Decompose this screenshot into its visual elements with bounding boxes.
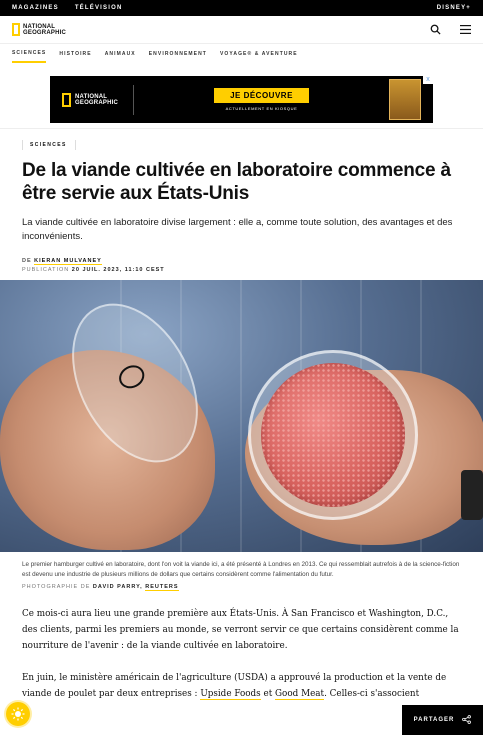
logo-line-2: GEOGRAPHIC bbox=[23, 29, 67, 36]
nav-item-histoire[interactable]: HISTOIRE bbox=[59, 51, 91, 57]
credit-label: PHOTOGRAPHIE DE bbox=[22, 584, 91, 590]
search-icon[interactable] bbox=[429, 24, 441, 36]
top-utility-bar: MAGAZINES TÉLÉVISION DISNEY+ bbox=[0, 0, 483, 16]
topbar-link-disney[interactable]: DISNEY+ bbox=[437, 5, 471, 11]
nav-item-environnement[interactable]: ENVIRONNEMENT bbox=[149, 51, 207, 57]
paragraph-2: En juin, le ministère américain de l'agr… bbox=[22, 670, 461, 702]
article-header: SCIENCES De la viande cultivée en labora… bbox=[0, 129, 483, 275]
ad-cta-button[interactable]: JE DÉCOUVRE bbox=[214, 88, 309, 103]
article-kicker[interactable]: SCIENCES bbox=[22, 140, 76, 150]
ad-logo: NATIONAL GEOGRAPHIC bbox=[50, 84, 134, 115]
ad-close-icon[interactable]: x bbox=[423, 76, 433, 84]
nav-item-animaux[interactable]: ANIMAUX bbox=[105, 51, 136, 57]
nav-item-voyage-aventure[interactable]: VOYAGE® & AVENTURE bbox=[220, 51, 298, 57]
natgeo-logo[interactable]: NATIONAL GEOGRAPHIC bbox=[12, 23, 66, 36]
paragraph-2-and: et bbox=[260, 689, 276, 699]
article-title: De la viande cultivée en laboratoire com… bbox=[22, 160, 451, 204]
site-header: NATIONAL GEOGRAPHIC bbox=[0, 16, 483, 44]
ad-logo-line-2: GEOGRAPHIC bbox=[75, 99, 119, 106]
advertisement-banner[interactable]: NATIONAL GEOGRAPHIC JE DÉCOUVRE ACTUELLE… bbox=[50, 76, 433, 123]
author-link[interactable]: KIERAN MULVANEY bbox=[34, 258, 102, 265]
link-upside-foods[interactable]: Upside Foods bbox=[200, 689, 261, 700]
hamburger-menu-icon[interactable] bbox=[459, 24, 471, 36]
paragraph-2-end: . Celles-ci s'associent bbox=[324, 689, 420, 699]
link-good-meat[interactable]: Good Meat bbox=[275, 689, 325, 700]
ad-magazine-cover-image bbox=[389, 79, 421, 120]
nav-item-sciences[interactable]: SCIENCES bbox=[12, 50, 47, 63]
photographer-name: DAVID PARRY, bbox=[92, 584, 143, 590]
share-button[interactable]: PARTAGER bbox=[402, 705, 483, 735]
article-dek: La viande cultivée en laboratoire divise… bbox=[22, 217, 453, 242]
byline-label: DE bbox=[22, 258, 32, 264]
photo-credit: PHOTOGRAPHIE DE DAVID PARRY, REUTERS bbox=[0, 579, 483, 591]
logo-yellow-frame-icon bbox=[12, 23, 20, 36]
topbar-link-television[interactable]: TÉLÉVISION bbox=[75, 5, 123, 11]
petri-dish-meat-shape bbox=[248, 350, 418, 520]
cultured-meat-shape bbox=[261, 363, 405, 507]
watch-shape bbox=[461, 470, 483, 520]
share-icon bbox=[462, 714, 472, 726]
byline: DE KIERAN MULVANEY PUBLICATION 20 JUIL. … bbox=[22, 257, 461, 275]
publication-date: 20 JUIL. 2023, 11:10 CEST bbox=[71, 267, 165, 273]
ad-subtext: ACTUELLEMENT EN KIOSQUE bbox=[225, 106, 298, 111]
share-label: PARTAGER bbox=[413, 717, 455, 723]
article-body: Ce mois-ci aura lieu une grande première… bbox=[0, 606, 483, 702]
sun-badge-icon[interactable] bbox=[6, 702, 30, 726]
paragraph-1: Ce mois-ci aura lieu une grande première… bbox=[22, 609, 459, 651]
image-caption: Le premier hamburger cultivé en laborato… bbox=[22, 561, 460, 578]
section-nav: SCIENCES HISTOIRE ANIMAUX ENVIRONNEMENT … bbox=[0, 44, 483, 64]
ad-logo-frame-icon bbox=[62, 92, 71, 107]
topbar-link-magazines[interactable]: MAGAZINES bbox=[12, 5, 59, 11]
hero-image-lab-grown-burger bbox=[0, 280, 483, 552]
publication-label: PUBLICATION bbox=[22, 267, 70, 273]
credit-source-link[interactable]: REUTERS bbox=[145, 584, 179, 591]
